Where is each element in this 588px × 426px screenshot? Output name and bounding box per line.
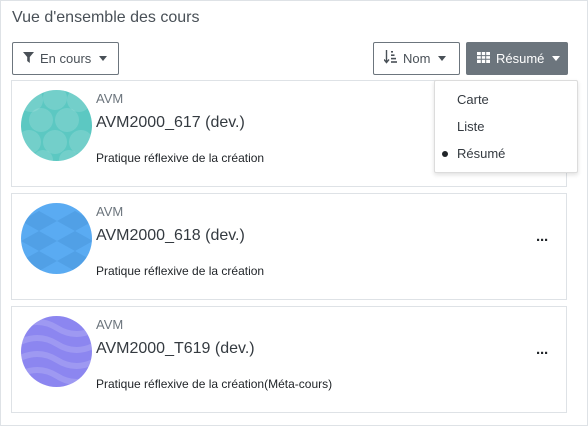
- chevron-down-icon: [99, 56, 108, 61]
- course-card[interactable]: AVM AVM2000_618 (dev.) Pratique réflexiv…: [11, 193, 567, 300]
- chevron-down-icon: [438, 56, 447, 61]
- course-category: AVM: [96, 204, 124, 219]
- table-icon: [477, 51, 490, 66]
- sort-dropdown-button[interactable]: Nom: [373, 42, 460, 75]
- course-actions-menu[interactable]: ···: [536, 346, 549, 361]
- course-summary: Pratique réflexive de la création: [96, 264, 265, 278]
- sort-label: Nom: [403, 51, 431, 66]
- view-mode-menu: Carte Liste Résumé: [434, 80, 578, 173]
- course-overview-panel: Vue d'ensemble des cours En cours Nom Ré…: [0, 0, 588, 426]
- page-title: Vue d'ensemble des cours: [12, 9, 200, 26]
- sort-icon: [383, 50, 397, 67]
- selected-dot-icon: [442, 151, 448, 157]
- course-card[interactable]: AVM AVM2000_T619 (dev.) Pratique réflexi…: [11, 306, 567, 413]
- filter-dropdown-button[interactable]: En cours: [12, 42, 119, 75]
- course-category: AVM: [96, 91, 124, 106]
- filter-icon: [23, 51, 34, 66]
- course-summary: Pratique réflexive de la création(Méta-c…: [96, 377, 333, 391]
- chevron-down-icon: [552, 56, 561, 61]
- view-mode-dropdown-button[interactable]: Résumé: [466, 42, 568, 75]
- course-image[interactable]: [21, 203, 92, 274]
- course-actions-menu[interactable]: ···: [536, 233, 549, 248]
- course-name-link[interactable]: AVM2000_618 (dev.): [96, 227, 245, 245]
- course-image[interactable]: [21, 90, 92, 161]
- menu-item-liste[interactable]: Liste: [457, 119, 484, 134]
- course-category: AVM: [96, 317, 124, 332]
- course-image[interactable]: [21, 316, 92, 387]
- menu-item-resume[interactable]: Résumé: [457, 146, 505, 161]
- view-mode-label: Résumé: [496, 51, 545, 66]
- course-summary: Pratique réflexive de la création: [96, 151, 265, 165]
- filter-label: En cours: [40, 51, 92, 66]
- course-name-link[interactable]: AVM2000_617 (dev.): [96, 114, 245, 132]
- menu-item-carte[interactable]: Carte: [457, 92, 489, 107]
- course-name-link[interactable]: AVM2000_T619 (dev.): [96, 340, 255, 358]
